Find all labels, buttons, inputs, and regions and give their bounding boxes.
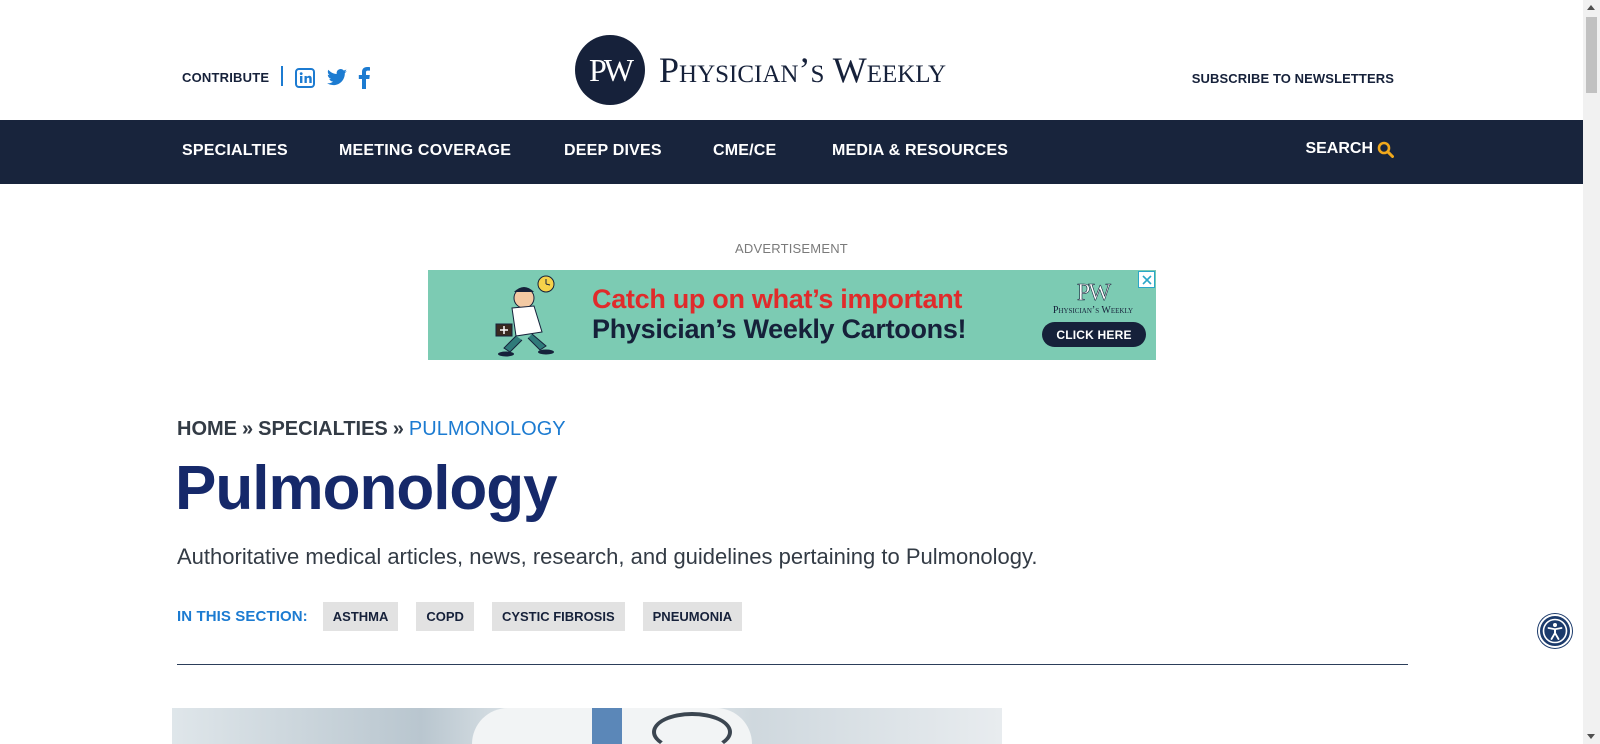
breadcrumb-current: PULMONOLOGY	[408, 418, 566, 440]
breadcrumb-home[interactable]: HOME	[177, 418, 237, 440]
subscribe-newsletters-link[interactable]: SUBSCRIBE TO NEWSLETTERS	[1192, 71, 1394, 86]
header-divider	[281, 66, 283, 86]
main-nav: SPECIALTIES MEETING COVERAGE DEEP DIVES …	[0, 120, 1583, 184]
chip-cystic-fibrosis[interactable]: CYSTIC FIBROSIS	[491, 602, 625, 631]
chip-copd[interactable]: COPD	[416, 602, 474, 631]
logo-monogram: PW	[575, 35, 645, 105]
facebook-icon[interactable]	[357, 66, 371, 90]
ad-brand: PW Physician’s Weekly	[1048, 280, 1138, 316]
featured-article-image[interactable]	[172, 708, 1002, 744]
breadcrumb: HOME» SPECIALTIES» PULMONOLOGY	[177, 418, 566, 441]
scrollbar-thumb[interactable]	[1586, 17, 1597, 93]
ad-headline-2: Physician’s Weekly Cartoons!	[592, 314, 967, 344]
nav-item-specialties[interactable]: SPECIALTIES	[182, 142, 288, 160]
nav-item-meeting-coverage[interactable]: MEETING COVERAGE	[339, 142, 511, 160]
search-icon	[1377, 141, 1394, 158]
breadcrumb-separator: »	[392, 418, 404, 440]
ad-brand-name: Physician’s Weekly	[1052, 305, 1134, 316]
scroll-up-icon[interactable]	[1587, 5, 1595, 10]
image-tie	[592, 708, 622, 744]
section-divider	[177, 664, 1408, 665]
twitter-icon[interactable]	[325, 66, 349, 90]
page-title: Pulmonology	[175, 454, 558, 523]
ad-banner[interactable]: Catch up on what’s important Physician’s…	[428, 270, 1156, 360]
accessibility-icon[interactable]	[1538, 614, 1572, 648]
section-label: IN THIS SECTION:	[177, 608, 308, 625]
chip-asthma[interactable]: ASTHMA	[322, 602, 399, 631]
cartoon-doctor-icon	[495, 275, 555, 357]
section-links: IN THIS SECTION: ASTHMA COPD CYSTIC FIBR…	[177, 602, 760, 631]
top-header: CONTRIBUTE PW Physician’s Weekly SUBSCRI	[0, 0, 1583, 120]
page-description: Authoritative medical articles, news, re…	[177, 544, 1038, 569]
ad-headline-1: Catch up on what’s important	[592, 284, 963, 314]
search-label: SEARCH	[1305, 140, 1373, 157]
nav-item-cme-ce[interactable]: CME/CE	[713, 142, 776, 160]
breadcrumb-specialties[interactable]: SPECIALTIES	[258, 418, 388, 440]
chip-pneumonia[interactable]: PNEUMONIA	[642, 602, 743, 631]
close-icon[interactable]	[1138, 271, 1155, 288]
ad-brand-monogram: PW	[1077, 280, 1112, 307]
search-button[interactable]: SEARCH	[1305, 140, 1394, 158]
advertisement-label: ADVERTISEMENT	[735, 241, 848, 256]
ad-click-here-button[interactable]: CLICK HERE	[1042, 322, 1146, 347]
nav-item-deep-dives[interactable]: DEEP DIVES	[564, 142, 662, 160]
contribute-link[interactable]: CONTRIBUTE	[182, 70, 269, 85]
linkedin-icon[interactable]	[294, 66, 316, 90]
page: CONTRIBUTE PW Physician’s Weekly SUBSCRI	[0, 0, 1583, 744]
breadcrumb-separator: »	[242, 418, 254, 440]
site-logo[interactable]: PW Physician’s Weekly	[575, 35, 946, 105]
image-stethoscope	[652, 712, 732, 744]
logo-wordmark: Physician’s Weekly	[659, 50, 947, 90]
nav-item-media-resources[interactable]: MEDIA & RESOURCES	[832, 142, 1008, 160]
page-scrollbar[interactable]	[1583, 0, 1600, 744]
scroll-down-icon[interactable]	[1587, 734, 1595, 739]
